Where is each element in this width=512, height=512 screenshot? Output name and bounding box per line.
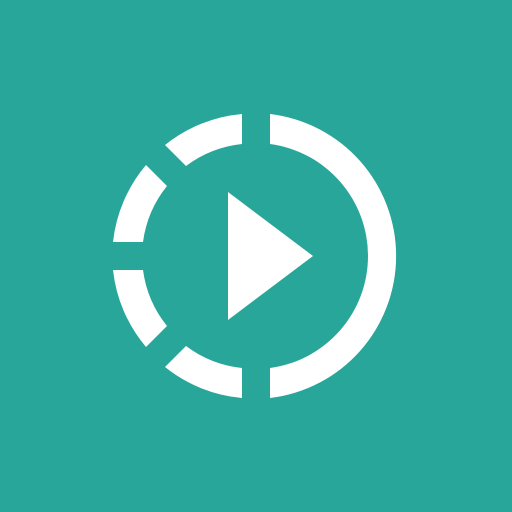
play-progress-icon (0, 0, 512, 512)
app-icon (0, 0, 512, 512)
